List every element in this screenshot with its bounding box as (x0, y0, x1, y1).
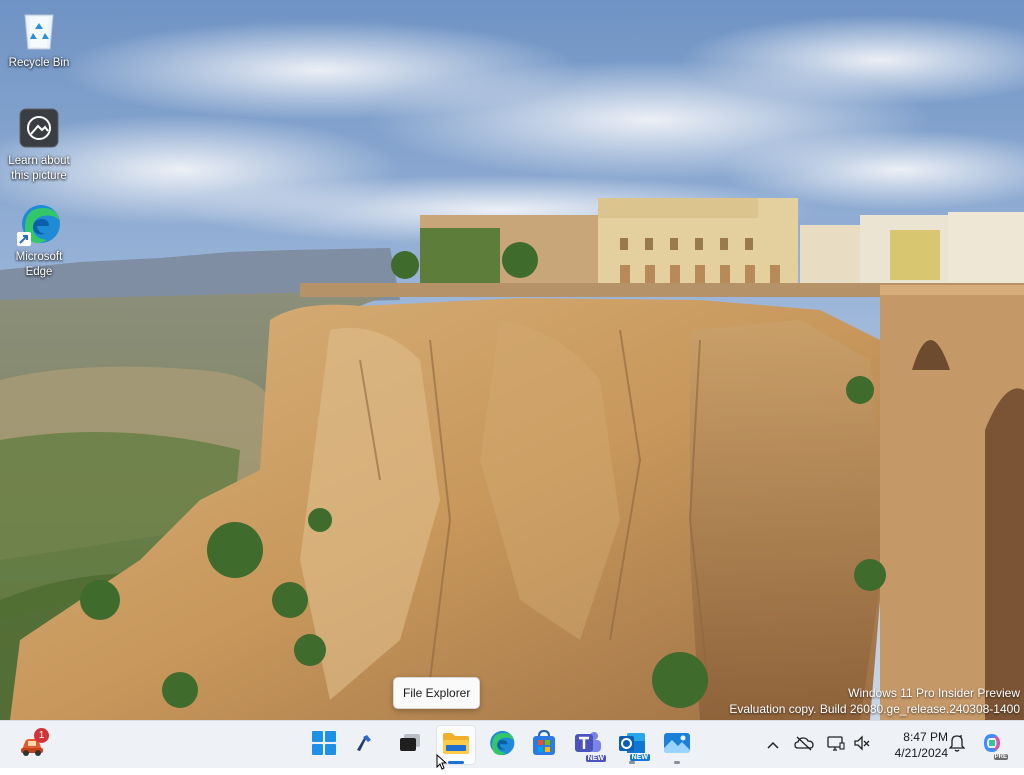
running-indicator (629, 761, 635, 764)
onedrive-button[interactable] (793, 733, 815, 757)
running-indicator (448, 761, 464, 764)
search-icon (353, 732, 375, 759)
clock-time: 8:47 PM (903, 730, 948, 744)
onedrive-offline-icon (794, 735, 814, 756)
photos-icon (663, 731, 691, 760)
start-button[interactable] (304, 725, 344, 765)
evaluation-watermark: Windows 11 Pro Insider Preview Evaluatio… (729, 685, 1020, 717)
task-view-button[interactable] (390, 725, 430, 765)
desktop-icon-recycle-bin[interactable]: Recycle Bin (4, 8, 74, 71)
running-indicator (674, 761, 680, 764)
new-badge: NEW (585, 755, 606, 762)
microsoft-edge-taskbar-button[interactable] (481, 725, 521, 765)
volume-button[interactable] (851, 733, 873, 757)
bell-icon (948, 734, 966, 757)
widgets-notification-badge: 1 (34, 728, 49, 743)
camera-icon (17, 106, 61, 150)
chevron-up-icon (767, 736, 779, 754)
outlook-button[interactable]: NEW (612, 725, 652, 765)
recycle-bin-icon (17, 8, 61, 52)
taskbar: 1 NEW NEW 8:47 PM 4/21/2024 PRE (0, 720, 1024, 768)
mouse-cursor-icon (436, 753, 448, 775)
edge-icon (17, 202, 61, 246)
file-explorer-tooltip: File Explorer (393, 677, 481, 709)
clock-date: 4/21/2024 (894, 746, 948, 760)
network-icon (827, 735, 845, 756)
edge-icon (487, 729, 515, 762)
recycle-bin-label: Recycle Bin (8, 57, 70, 69)
learn-about-picture-label: Learn about this picture (8, 155, 70, 182)
preview-badge: PRE (993, 754, 1008, 760)
watermark-line-1: Windows 11 Pro Insider Preview (848, 686, 1020, 700)
desktop-icon-microsoft-edge[interactable]: Microsoft Edge (4, 202, 74, 280)
microsoft-teams-button[interactable]: NEW (568, 725, 608, 765)
clock-button[interactable]: 8:47 PM 4/21/2024 (878, 729, 948, 761)
search-button[interactable] (344, 725, 384, 765)
network-button[interactable] (825, 733, 847, 757)
new-badge: NEW (629, 754, 650, 761)
photos-button[interactable] (657, 725, 697, 765)
store-icon (531, 729, 557, 761)
notification-center-button[interactable] (946, 733, 968, 757)
desktop-icon-learn-about-picture[interactable]: Learn about this picture (4, 106, 74, 184)
microsoft-edge-label: Microsoft Edge (15, 251, 63, 278)
volume-muted-icon (853, 734, 871, 756)
windows-start-icon (312, 730, 336, 760)
microsoft-store-button[interactable] (524, 725, 564, 765)
task-view-icon (398, 732, 422, 759)
watermark-line-2: Evaluation copy. Build 26080.ge_release.… (729, 702, 1020, 716)
copilot-button[interactable]: PRE (972, 725, 1012, 765)
show-hidden-icons-button[interactable] (762, 733, 784, 757)
widgets-button[interactable]: 1 (12, 725, 52, 765)
desktop-wallpaper (0, 0, 1024, 720)
